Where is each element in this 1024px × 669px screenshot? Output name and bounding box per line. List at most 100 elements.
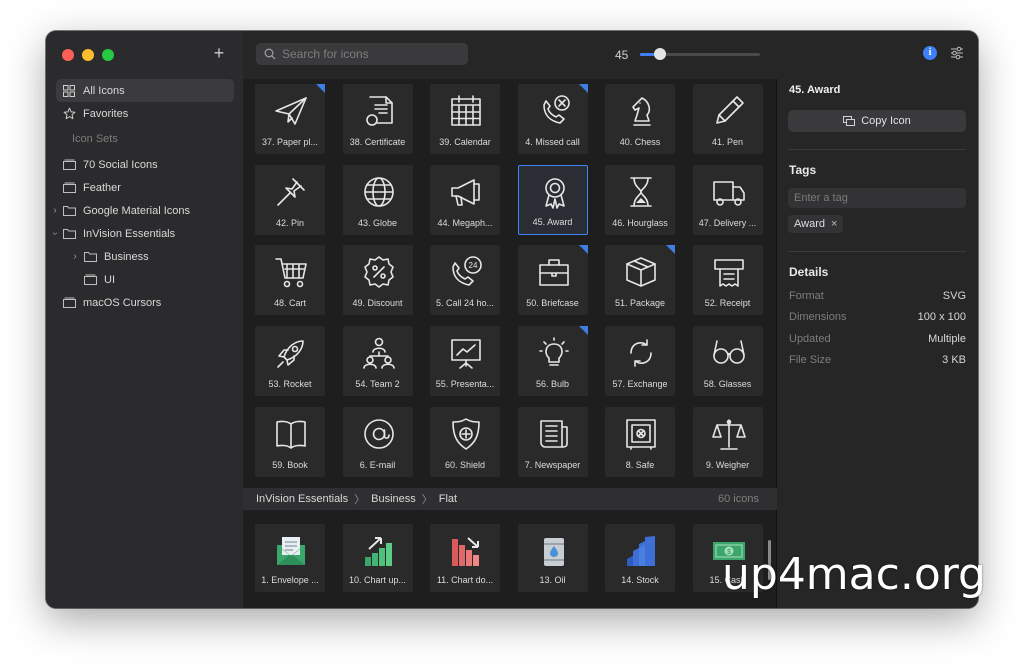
icon-cell[interactable]: 48. Cart <box>255 245 325 316</box>
briefcase-icon <box>538 259 569 287</box>
icon-cell[interactable]: 14. Stock <box>605 524 675 592</box>
icon-cell[interactable]: 4. Missed call <box>517 84 588 154</box>
icon-cell[interactable]: 47. Delivery ... <box>692 164 763 235</box>
icon-label: 4. Missed call <box>525 137 580 147</box>
hourglass-icon <box>630 176 652 207</box>
icon-cell[interactable]: 59. Book <box>255 406 325 477</box>
detail-row: Dimensions 100 x 100 <box>789 311 966 325</box>
icon-cell[interactable]: 49. Discount <box>342 245 413 316</box>
copy-icon-button[interactable]: Copy Icon <box>788 110 966 132</box>
icon-cell[interactable]: 55. Presenta... <box>430 326 500 397</box>
sidebar-item-label: Favorites <box>83 107 129 120</box>
search-icon <box>264 48 276 60</box>
breadcrumb-item[interactable]: Flat <box>439 493 457 505</box>
icon-label: 13. Oil <box>539 575 566 585</box>
icon-label: 9. Weigher <box>705 459 750 470</box>
icon-cell[interactable]: 10. Chart up... <box>342 524 413 592</box>
icon-label: 42. Pin <box>275 217 305 228</box>
icon-cell[interactable]: 39. Calendar <box>430 84 500 154</box>
pin-icon <box>277 177 305 206</box>
favorite-marker <box>578 84 588 93</box>
detail-value: 3 KB <box>942 354 966 366</box>
icon-cell[interactable]: 8. Safe <box>605 406 675 477</box>
icon-cell[interactable]: 13. Oil <box>517 524 588 592</box>
breadcrumb-item[interactable]: InVision Essentials <box>256 493 348 505</box>
iconset-icon <box>62 297 76 309</box>
icon-cell[interactable]: 6. E-mail <box>342 406 413 477</box>
award-icon <box>544 177 565 209</box>
icon-label: 60. Shield <box>444 459 486 470</box>
breadcrumb-item[interactable]: Business <box>371 493 416 505</box>
icon-cell[interactable]: 9. Weigher <box>692 406 763 477</box>
sidebar-item-set[interactable]: › Business <box>56 245 234 268</box>
icon-label: 40. Chess <box>619 137 661 147</box>
icon-cell[interactable]: 41. Pen <box>692 84 763 154</box>
sidebar-item-set[interactable]: UI <box>56 268 234 291</box>
info-icon[interactable]: i <box>923 46 937 60</box>
icon-cell[interactable]: 42. Pin <box>255 164 325 235</box>
icon-cell[interactable]: 11. Chart do... <box>430 524 500 592</box>
icon-label: 6. E-mail <box>359 459 396 470</box>
icon-cell[interactable]: 37. Paper pl... <box>255 84 325 154</box>
iconset-icon <box>62 159 76 171</box>
tag-input[interactable] <box>788 188 966 208</box>
sidebar-item-set[interactable]: › InVision Essentials <box>50 222 234 245</box>
icon-cell[interactable]: 1. Envelope ... <box>255 524 325 592</box>
chevron-right-icon[interactable]: › <box>50 205 60 216</box>
sidebar-item-set[interactable]: Feather <box>56 176 234 199</box>
icon-label: 7. Newspaper <box>524 459 581 470</box>
slider-knob[interactable] <box>654 48 667 60</box>
close-window-button[interactable] <box>62 49 74 61</box>
icon-cell[interactable]: 57. Exchange <box>605 326 675 397</box>
sidebar-item-label: UI <box>104 273 115 286</box>
call-24-icon: 24 <box>452 256 482 287</box>
settings-sliders-icon[interactable] <box>950 46 964 60</box>
chevron-down-icon[interactable]: › <box>50 229 61 239</box>
star-icon <box>62 107 76 120</box>
icon-cell[interactable]: 50. Briefcase <box>517 245 588 316</box>
icon-label: 47. Delivery ... <box>698 217 757 228</box>
detail-key: File Size <box>789 354 832 366</box>
icon-cell[interactable]: 43. Globe <box>342 164 413 235</box>
add-set-button[interactable]: + <box>210 44 228 62</box>
sidebar-item-set[interactable]: › Google Material Icons <box>53 199 234 222</box>
cart-icon <box>275 258 307 288</box>
megaphone-icon <box>451 178 480 206</box>
zoom-window-button[interactable] <box>102 49 114 61</box>
icon-cell[interactable]: 51. Package <box>605 245 675 316</box>
icon-cell[interactable]: 24 5. Call 24 ho... <box>430 245 500 316</box>
icon-size-slider[interactable] <box>640 48 760 60</box>
icon-label: 14. Stock <box>621 575 659 585</box>
sidebar-item-set[interactable]: macOS Cursors <box>56 291 234 314</box>
icon-cell[interactable]: 58. Glasses <box>692 326 763 397</box>
chevron-right-icon: 〉 <box>421 494 433 506</box>
sidebar-item-set[interactable]: 70 Social Icons <box>56 153 234 176</box>
icon-cell[interactable]: 56. Bulb <box>517 326 588 397</box>
icon-cell[interactable]: 46. Hourglass <box>605 164 675 235</box>
copy-icon-label: Copy Icon <box>861 115 911 127</box>
icon-cell[interactable]: 52. Receipt <box>692 245 763 316</box>
icon-cell[interactable]: 38. Certificate <box>342 84 413 154</box>
icon-cell[interactable]: 53. Rocket <box>255 326 325 397</box>
icon-cell[interactable]: 54. Team 2 <box>342 326 413 397</box>
icon-cell[interactable]: 60. Shield <box>430 406 500 477</box>
sidebar-item-all-icons[interactable]: All Icons <box>56 79 234 102</box>
icon-cell[interactable]: 45. Award <box>517 164 588 235</box>
icon-cell[interactable]: 44. Megaph... <box>430 164 500 235</box>
search-field[interactable] <box>256 43 468 65</box>
icon-cell[interactable]: 7. Newspaper <box>517 406 588 477</box>
missed-call-icon <box>542 95 570 124</box>
remove-tag-icon[interactable]: × <box>831 218 837 230</box>
minimize-window-button[interactable] <box>82 49 94 61</box>
icon-label: 48. Cart <box>273 298 306 309</box>
icon-label: 52. Receipt <box>704 298 751 309</box>
search-input[interactable] <box>282 47 462 61</box>
package-icon <box>626 257 656 288</box>
oil-icon <box>543 538 564 566</box>
chart-up-icon <box>364 537 392 566</box>
sidebar-item-label: Feather <box>83 181 121 194</box>
chevron-right-icon[interactable]: › <box>70 251 80 262</box>
icon-cell[interactable]: 40. Chess <box>605 84 675 154</box>
sidebar-item-favorites[interactable]: Favorites <box>56 102 234 125</box>
copy-icon <box>843 115 856 126</box>
